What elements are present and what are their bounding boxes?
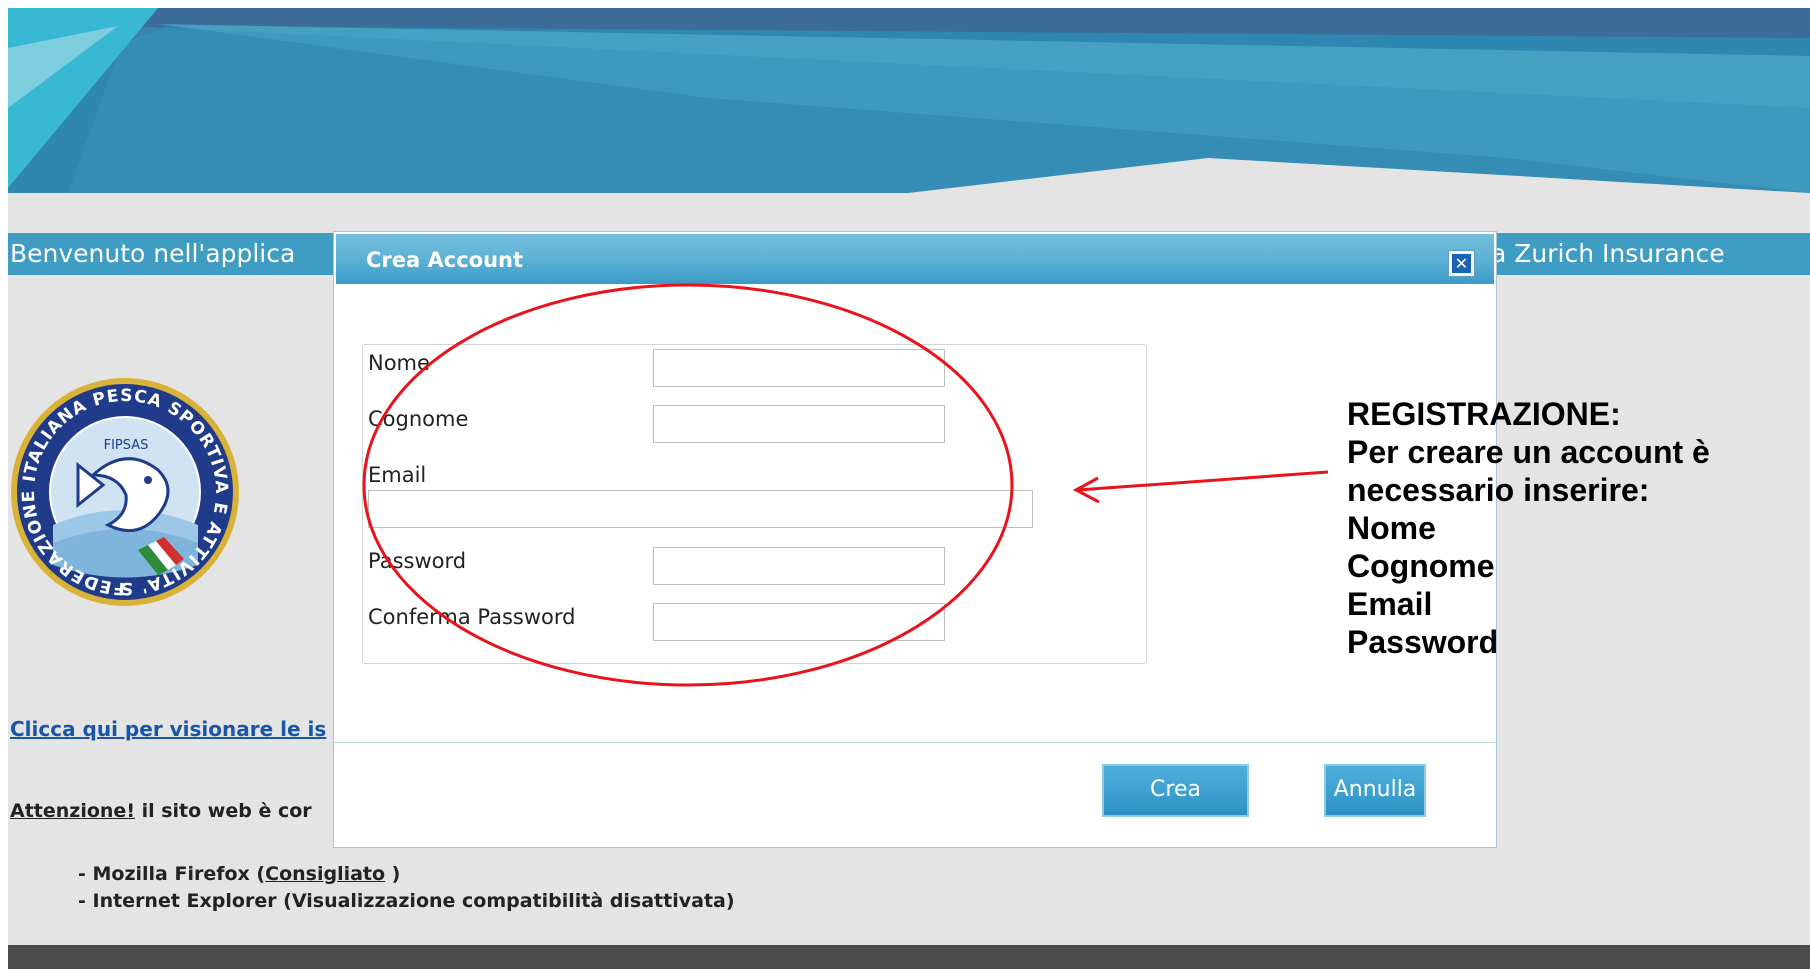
attention-text: il sito web è cor <box>134 800 312 822</box>
create-account-button[interactable]: Crea Account <box>1102 764 1249 849</box>
registration-form: Nome Cognome Email Password Conferma Pas… <box>362 344 1147 664</box>
email-label: Email <box>368 463 427 487</box>
dialog-title: Crea Account <box>366 248 524 272</box>
cancel-button[interactable]: Annulla <box>1324 764 1426 817</box>
footer-bar <box>8 945 1810 969</box>
nome-label: Nome <box>368 351 430 375</box>
password-input[interactable] <box>653 547 945 585</box>
attention-label: Attenzione! <box>10 800 135 822</box>
close-icon: ✕ <box>1452 254 1471 273</box>
browser-ie: - Internet Explorer (Visualizzazione com… <box>78 890 735 912</box>
dialog-divider <box>334 742 1496 743</box>
dialog-title-bar: Crea Account ✕ <box>336 234 1494 284</box>
browser-firefox: - Mozilla Firefox (Consigliato ) <box>78 861 735 888</box>
fipsas-logo-icon: FEDERAZIONE ITALIANA PESCA SPORTIVA E AT… <box>8 360 243 609</box>
attention-notice: Attenzione! il sito web è cor <box>10 800 312 822</box>
rules-link[interactable]: Clicca qui per visionare le is <box>10 717 326 741</box>
firefox-prefix: - Mozilla Firefox ( <box>78 863 266 885</box>
logo-center-text: FIPSAS <box>104 438 149 453</box>
password-label: Password <box>368 549 467 573</box>
welcome-text: Benvenuto nell'applica <box>10 239 296 268</box>
confirm-password-label: Conferma Password <box>368 605 576 629</box>
close-button[interactable]: ✕ <box>1448 250 1475 277</box>
confirm-password-input[interactable] <box>653 603 945 641</box>
browser-list: - Mozilla Firefox (Consigliato ) - Inter… <box>78 861 735 915</box>
header-banner <box>8 8 1810 193</box>
firefox-recommended-link[interactable]: Consigliato <box>265 863 385 885</box>
cognome-input[interactable] <box>653 405 945 443</box>
create-account-dialog: Crea Account ✕ Nome Cognome Email Passwo… <box>333 231 1497 849</box>
cognome-label: Cognome <box>368 407 469 431</box>
nome-input[interactable] <box>653 349 945 387</box>
email-input[interactable] <box>368 490 1033 528</box>
firefox-suffix: ) <box>385 863 401 885</box>
welcome-text-right: a Zurich Insurance <box>1491 239 1725 268</box>
